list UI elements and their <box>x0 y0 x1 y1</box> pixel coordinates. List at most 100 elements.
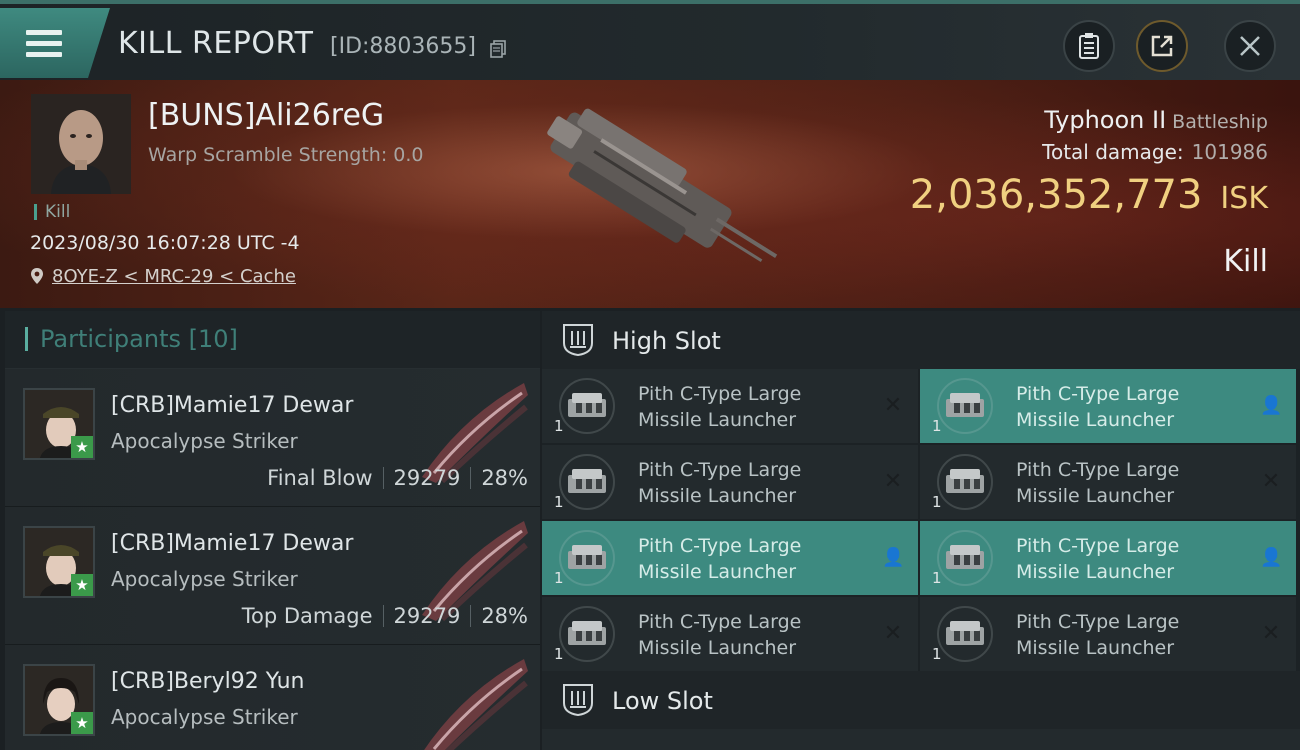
participant-percent: 28% <box>481 604 528 628</box>
module-tile[interactable]: 1 Pith C-Type Large Missile Launcher 👤 <box>542 521 918 595</box>
missile-launcher-icon <box>937 530 993 586</box>
page-title: KILL REPORT <box>118 26 314 61</box>
hamburger-menu-icon <box>26 30 62 58</box>
module-name-line2: Missile Launcher <box>1016 637 1175 659</box>
victim-ship[interactable]: Typhoon II Battleship <box>1044 106 1268 134</box>
isk-amount: 2,036,352,773 <box>909 172 1203 218</box>
destroyed-x-icon: ✕ <box>1261 469 1281 494</box>
pilot-portrait-icon <box>31 94 131 194</box>
kill-datetime: 2023/08/30 16:07:28 UTC -4 <box>30 232 300 254</box>
kill-tag: Kill <box>34 204 70 221</box>
participant-ship-image <box>424 659 528 750</box>
module-tile[interactable]: 1 Pith C-Type Large Missile Launcher ✕ <box>920 445 1296 519</box>
participant-avatar: ★ <box>23 664 95 736</box>
module-name-line1: Pith C-Type Large <box>1016 535 1180 557</box>
module-name-line2: Missile Launcher <box>638 561 797 583</box>
participants-header: Participants [10] <box>5 311 540 369</box>
destroyed-x-icon: ✕ <box>883 469 903 494</box>
destroyed-x-icon: ✕ <box>883 393 903 418</box>
high-slot-icon <box>563 324 593 357</box>
module-name: Pith C-Type Large Missile Launcher <box>638 381 801 433</box>
participant-damage: 29279 <box>393 604 461 628</box>
participant-row[interactable]: ★ [CRB]Mamie17 Dewar Apocalypse Striker … <box>5 369 540 507</box>
destroyed-x-icon: ✕ <box>1261 621 1281 646</box>
module-tile[interactable]: 1 Pith C-Type Large Missile Launcher ✕ <box>542 369 918 443</box>
module-quantity: 1 <box>932 569 942 587</box>
participant-name: [CRB]Mamie17 Dewar <box>111 393 354 418</box>
module-name-line2: Missile Launcher <box>1016 485 1175 507</box>
module-name-line2: Missile Launcher <box>638 485 797 507</box>
participant-row[interactable]: ★ [CRB]Beryl92 Yun Apocalypse Striker <box>5 645 540 750</box>
module-name: Pith C-Type Large Missile Launcher <box>638 533 801 585</box>
report-id: [ID:8803655] <box>330 34 476 59</box>
total-damage: Total damage: 101986 <box>1042 140 1268 164</box>
module-name-line2: Missile Launcher <box>638 637 797 659</box>
module-name-line2: Missile Launcher <box>1016 561 1175 583</box>
isk-value: 2,036,352,773 ISK <box>910 172 1268 218</box>
module-tile[interactable]: 1 Pith C-Type Large Missile Launcher ✕ <box>542 597 918 671</box>
module-name-line1: Pith C-Type Large <box>638 611 802 633</box>
ship-image <box>547 108 778 263</box>
copy-icon[interactable] <box>490 40 506 58</box>
module-name-line1: Pith C-Type Large <box>638 535 802 557</box>
module-name-line2: Missile Launcher <box>1016 409 1175 431</box>
participant-role: Final Blow <box>267 466 373 490</box>
module-tile[interactable]: 1 Pith C-Type Large Missile Launcher ✕ <box>542 445 918 519</box>
module-name-line2: Missile Launcher <box>638 409 797 431</box>
result-label: Kill <box>1223 244 1268 279</box>
participant-damage: 29279 <box>393 466 461 490</box>
total-damage-label: Total damage: <box>1042 140 1184 164</box>
participant-ship: Apocalypse Striker <box>111 429 298 453</box>
victim-pilot-name[interactable]: [BUNS]Ali26reG <box>148 98 384 133</box>
participant-name: [CRB]Mamie17 Dewar <box>111 531 354 556</box>
module-quantity: 1 <box>554 493 564 511</box>
module-name: Pith C-Type Large Missile Launcher <box>1016 457 1179 509</box>
divider <box>470 467 472 489</box>
top-bar: KILL REPORT [ID:8803655] <box>0 0 1300 80</box>
low-slot-label: Low Slot <box>612 687 713 715</box>
divider <box>470 605 472 627</box>
module-tile[interactable]: 1 Pith C-Type Large Missile Launcher 👤 <box>920 369 1296 443</box>
participant-avatar: ★ <box>23 526 95 598</box>
module-tile[interactable]: 1 Pith C-Type Large Missile Launcher ✕ <box>920 597 1296 671</box>
high-slot-header: High Slot <box>542 311 1300 369</box>
module-name-line1: Pith C-Type Large <box>1016 383 1180 405</box>
participant-ship: Apocalypse Striker <box>111 705 298 729</box>
high-slot-label: High Slot <box>612 327 721 355</box>
missile-launcher-icon <box>937 454 993 510</box>
missile-launcher-icon <box>559 606 615 662</box>
isk-unit: ISK <box>1220 181 1268 216</box>
module-name-line1: Pith C-Type Large <box>1016 611 1180 633</box>
low-slot-header: Low Slot <box>542 671 1300 729</box>
divider <box>382 467 384 489</box>
participants-panel: Participants [10] ★ [CRB]Mamie17 Dewar A… <box>5 311 540 750</box>
kill-location-link[interactable]: 8OYE-Z < MRC-29 < Cache <box>52 266 296 287</box>
clipboard-button[interactable] <box>1063 20 1115 72</box>
module-quantity: 1 <box>554 417 564 435</box>
close-button[interactable] <box>1224 20 1276 72</box>
module-name: Pith C-Type Large Missile Launcher <box>638 609 801 661</box>
participants-label: Participants <box>40 325 181 353</box>
participants-count: [10] <box>188 325 238 353</box>
missile-launcher-icon <box>937 378 993 434</box>
menu-button[interactable] <box>0 8 110 78</box>
destroyed-x-icon: ✕ <box>883 621 903 646</box>
participant-row[interactable]: ★ [CRB]Mamie17 Dewar Apocalypse Striker … <box>5 507 540 645</box>
module-name-line1: Pith C-Type Large <box>638 459 802 481</box>
module-name-line1: Pith C-Type Large <box>638 383 802 405</box>
module-tile[interactable]: 1 Pith C-Type Large Missile Launcher 👤 <box>920 521 1296 595</box>
victim-summary: [BUNS]Ali26reG Warp Scramble Strength: 0… <box>0 80 1300 308</box>
share-button[interactable] <box>1136 20 1188 72</box>
module-name: Pith C-Type Large Missile Launcher <box>1016 533 1179 585</box>
divider <box>382 605 384 627</box>
total-damage-value: 101986 <box>1191 140 1268 164</box>
participant-avatar: ★ <box>23 388 95 460</box>
low-slot-icon <box>563 684 593 717</box>
module-quantity: 1 <box>554 569 564 587</box>
missile-launcher-icon <box>559 454 615 510</box>
module-quantity: 1 <box>554 645 564 663</box>
header-accent-bar <box>25 327 28 351</box>
low-slot-module-partial[interactable] <box>542 729 1300 750</box>
victim-portrait[interactable] <box>31 94 131 194</box>
dropped-person-icon: 👤 <box>1260 395 1283 416</box>
